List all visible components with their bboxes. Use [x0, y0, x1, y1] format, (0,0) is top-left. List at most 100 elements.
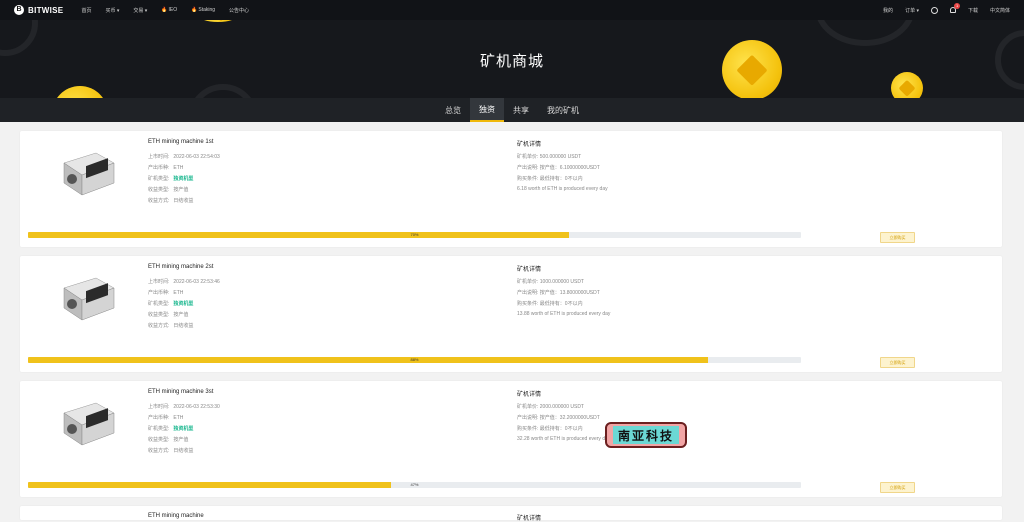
- top-nav: B BITWISE 首页 买币 ▾ 交易 ▾ 🔥IEO 🔥Staking 公告中…: [0, 0, 1024, 20]
- nav-download[interactable]: 下载: [968, 7, 978, 14]
- progress-label: 88%: [410, 357, 419, 362]
- nav-announcements[interactable]: 公告中心: [229, 7, 249, 14]
- buy-button[interactable]: 立即购买: [880, 482, 915, 493]
- coin-label: 产出币种:: [148, 415, 170, 421]
- coin-label: 产出币种:: [148, 290, 170, 296]
- type-value: 独资机型: [173, 426, 194, 432]
- decor-ring-icon: [188, 84, 258, 98]
- income-type-value: 按产值: [173, 187, 189, 193]
- type-label: 矿机类型:: [148, 301, 170, 307]
- page-title: 矿机商城: [479, 53, 544, 70]
- income-method-row: 收益方式: 日结收益: [148, 197, 193, 204]
- type-row: 矿机类型: 独资机型: [148, 300, 193, 307]
- list-time-value: 2022-06-03 22:53:46: [173, 279, 220, 285]
- watermark-stamp-text: 南亚科技: [613, 426, 679, 444]
- nav-buy-crypto[interactable]: 买币 ▾: [105, 7, 119, 14]
- buy-button[interactable]: 立即购买: [880, 357, 915, 368]
- tab-my-miners[interactable]: 我的矿机: [538, 98, 588, 122]
- output-label: 产出说明:: [517, 165, 539, 171]
- type-label: 矿机类型:: [148, 176, 170, 182]
- hero-banner: 矿机商城: [0, 20, 1024, 98]
- gold-coin-icon: [198, 20, 238, 22]
- nav-home[interactable]: 首页: [81, 7, 91, 14]
- type-value: 独资机型: [173, 301, 194, 307]
- coin-value: ETH: [173, 290, 184, 296]
- user-button[interactable]: [930, 6, 938, 14]
- income-method-label: 收益方式:: [148, 198, 170, 204]
- notification-button[interactable]: 1: [949, 3, 961, 13]
- type-row: 矿机类型: 独资机型: [148, 425, 193, 432]
- miner-card: ETH mining machine 矿机详情: [20, 506, 1002, 522]
- progress-label: 47%: [410, 482, 419, 487]
- purchase-row: 购买条件: 最低持有：0不以内: [517, 300, 583, 307]
- brand-logo[interactable]: B BITWISE: [14, 5, 63, 15]
- detail-title: 矿机详情: [517, 142, 542, 148]
- coin-row: 产出币种: ETH: [148, 289, 183, 296]
- purchase-value: 最低持有：0不以内: [539, 426, 583, 432]
- list-time-row: 上市时间: 2022-06-03 22:53:46: [148, 278, 220, 285]
- tab-overview[interactable]: 总览: [436, 98, 470, 122]
- purchase-row: 购买条件: 最低持有：0不以内: [517, 175, 583, 182]
- miner-card: ETH mining machine 3st 上市时间: 2022-06-03 2…: [20, 381, 1002, 497]
- purchase-label: 购买条件:: [517, 176, 539, 182]
- price-value: 1000.000000 USDT: [539, 279, 584, 285]
- purchase-value: 最低持有：0不以内: [539, 176, 583, 182]
- nav-ieo[interactable]: 🔥IEO: [161, 7, 177, 13]
- income-type-label: 收益类型:: [148, 437, 170, 443]
- income-type-row: 收益类型: 按产值: [148, 311, 188, 318]
- price-label: 矿机单价:: [517, 154, 539, 160]
- tab-shared[interactable]: 共享: [504, 98, 538, 122]
- nav-language[interactable]: 中文简体: [990, 7, 1010, 14]
- buy-button[interactable]: 立即购买: [880, 232, 915, 243]
- miner-name: ETH mining machine 2st: [148, 264, 214, 270]
- price-label: 矿机单价:: [517, 404, 539, 410]
- list-time-label: 上市时间:: [148, 279, 170, 285]
- list-time-value: 2022-06-03 22:53:30: [173, 404, 220, 410]
- output-row: 产出说明: 按产值：6.10000000USDT: [517, 164, 600, 171]
- coin-value: ETH: [173, 165, 184, 171]
- income-method-label: 收益方式:: [148, 323, 170, 329]
- nav-ieo-label: IEO: [168, 7, 178, 13]
- output-value: 按产值：13.8000000USDT: [539, 290, 600, 296]
- nav-orders[interactable]: 订单 ▾: [905, 7, 919, 14]
- nav-my[interactable]: 我的: [883, 7, 893, 14]
- list-time-label: 上市时间:: [148, 154, 170, 160]
- price-label: 矿机单价:: [517, 279, 539, 285]
- list-time-row: 上市时间: 2022-06-03 22:53:30: [148, 403, 220, 410]
- progress-label: 70%: [410, 232, 419, 237]
- price-row: 矿机单价: 2000.000000 USDT: [517, 403, 584, 410]
- income-type-value: 按产值: [173, 312, 189, 318]
- type-value: 独资机型: [173, 176, 194, 182]
- mining-machine-image: [63, 402, 115, 446]
- income-method-value: 日结收益: [173, 323, 194, 329]
- progress-bar: 70%: [28, 232, 801, 238]
- coin-row: 产出币种: ETH: [148, 414, 183, 421]
- list-time-value: 2022-06-03 22:54:03: [173, 154, 220, 160]
- nav-staking[interactable]: 🔥Staking: [191, 7, 215, 13]
- income-type-label: 收益类型:: [148, 187, 170, 193]
- bitwise-logo-icon: B: [14, 5, 24, 15]
- decor-ring-icon: [815, 20, 915, 46]
- notification-badge: 1: [953, 3, 961, 9]
- flame-icon: 🔥: [191, 7, 198, 13]
- nav-trade[interactable]: 交易 ▾: [133, 7, 147, 14]
- watermark-stamp: 南亚科技: [605, 422, 687, 448]
- mining-machine-image: [63, 152, 115, 196]
- income-method-label: 收益方式:: [148, 448, 170, 454]
- gold-coin-icon: [52, 86, 108, 98]
- miner-card: ETH mining machine 1st 上市时间: 2022-06-03 2…: [20, 131, 1002, 247]
- tab-bar: 总览 独资 共享 我的矿机: [0, 98, 1024, 122]
- output-row: 产出说明: 按产值：13.8000000USDT: [517, 289, 600, 296]
- price-value: 2000.000000 USDT: [539, 404, 584, 410]
- price-row: 矿机单价: 500.000000 USDT: [517, 153, 581, 160]
- income-type-value: 按产值: [173, 437, 189, 443]
- output-label: 产出说明:: [517, 415, 539, 421]
- purchase-label: 购买条件:: [517, 301, 539, 307]
- flame-icon: 🔥: [161, 7, 168, 13]
- tab-solo[interactable]: 独资: [470, 98, 504, 122]
- miner-name: ETH mining machine 1st: [148, 139, 214, 145]
- income-type-row: 收益类型: 按产值: [148, 186, 188, 193]
- income-type-row: 收益类型: 按产值: [148, 436, 188, 443]
- output-value: 按产值：32.2000000USDT: [539, 415, 600, 421]
- coin-label: 产出币种:: [148, 165, 170, 171]
